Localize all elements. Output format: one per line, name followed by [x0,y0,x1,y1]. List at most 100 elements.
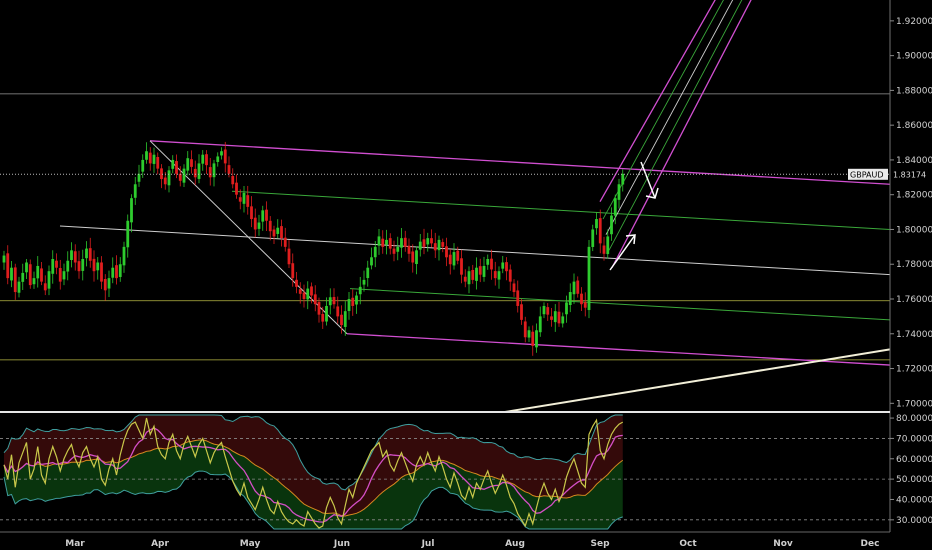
candle-body [51,259,55,274]
candle-body [321,314,325,322]
candle-body [242,192,246,204]
month-label: Jul [421,539,435,549]
candle-body [302,292,306,300]
candle-body [21,272,25,282]
candle-body [212,163,216,178]
candle-body [535,330,538,348]
candle-body [516,290,520,306]
rsi-tick-label: 80.0000 [896,414,932,424]
candle-body [137,173,141,182]
candle-body [103,279,107,291]
price-tick-label: 1.90000 [896,52,932,62]
candle-body [246,195,250,207]
candle-body [287,248,291,265]
candle-body [47,271,51,289]
candle-body [328,297,332,306]
candle-body [568,292,572,306]
candle-body [291,263,295,279]
candle-body [268,220,272,232]
candle-body [358,286,362,295]
candle-body [17,281,21,293]
candle-body [377,236,381,246]
candle-body [340,314,343,326]
price-tick-label: 1.76000 [896,295,932,305]
candle-body [467,271,471,285]
candle-body [411,251,415,263]
candle-body [400,238,403,248]
candle-body [201,154,205,164]
candle-body [208,167,212,178]
candle-body [257,222,261,229]
candle-body [373,246,377,258]
gbpaud-price-chart[interactable]: 1.92000 1.90000 1.88000 1.86000 1.84000 1.820… [0,0,932,550]
price-tick-label: 1.70000 [896,399,932,409]
candle-body [178,173,182,181]
candle-body [550,316,553,320]
candle-body [617,184,621,200]
candle-body [295,279,298,287]
candle-body [497,271,501,280]
candle-body [92,258,96,272]
candle-body [407,245,411,254]
candle-body [70,250,73,261]
candle-body [602,245,606,254]
candle-body [583,302,587,308]
rsi-tick-label: 50.0000 [896,475,932,485]
candle-body [276,227,280,234]
candle-body [171,159,175,169]
month-label: Oct [679,539,697,549]
candle-body [298,289,302,294]
candle-body [126,220,130,248]
price-tick-label: 1.80000 [896,225,932,235]
candle-body [152,154,156,164]
rsi-tick-label: 40.0000 [896,495,932,505]
candle-body [141,159,145,172]
candle-body [6,253,10,279]
candle-body [595,219,598,229]
candle-body [403,237,407,247]
candle-body [253,217,257,230]
candle-body [460,258,463,275]
candle-body [621,173,625,185]
candle-body [55,260,58,268]
candle-body [426,238,430,245]
candle-body [175,161,178,174]
candle-body [433,243,437,251]
candle-body [430,238,433,244]
candle-body [381,238,385,247]
candle-body [231,176,235,185]
month-label: Mar [65,539,85,549]
candle-body [482,265,486,277]
candle-body [546,307,550,315]
candle-body [115,265,118,279]
candle-body [553,311,557,323]
candle-body [85,248,88,259]
candle-body [396,246,400,252]
candle-body [2,255,6,263]
candle-body [478,266,482,275]
price-tick-label: 1.72000 [896,365,932,375]
current-price-value: 1.83174 [893,170,926,179]
candle-body [336,306,340,317]
price-tick-label: 1.74000 [896,330,932,340]
candle-body [362,279,366,285]
candle-body [572,281,576,295]
candle-body [197,163,201,179]
candle-body [613,198,617,216]
candle-body [216,156,220,162]
candle-body [28,264,32,286]
candle-body [66,260,70,272]
candle-body [77,261,81,272]
candle-body [148,152,152,164]
candle-body [598,218,602,244]
price-tick-label: 1.92000 [896,17,932,27]
candle-body [580,293,583,305]
candle-body [107,278,111,289]
candle-body [456,250,460,261]
candle-body [261,210,265,222]
candle-body [388,238,392,249]
candle-body [520,304,523,320]
candle-body [490,258,493,270]
month-label: Aug [505,539,525,549]
candle-body [448,254,452,265]
